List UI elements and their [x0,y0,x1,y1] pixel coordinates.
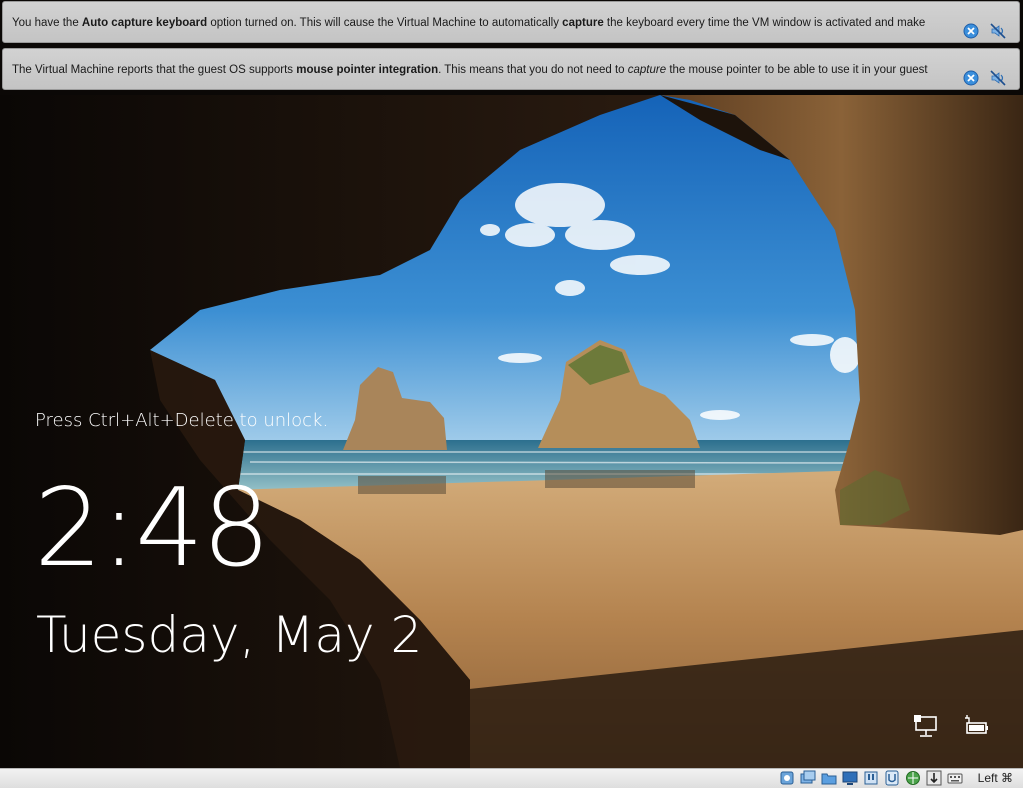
auto-capture-keyboard-notice: You have the Auto capture keyboard optio… [2,1,1020,43]
usb-icon[interactable] [863,770,879,786]
video-capture-icon[interactable] [884,770,900,786]
display-icon[interactable] [842,770,858,786]
keyboard-capture-icon[interactable] [947,770,963,786]
notice-message: You have the Auto capture keyboard optio… [12,17,926,29]
mouse-integration-icon[interactable] [926,770,942,786]
hard-disk-icon[interactable] [779,770,795,786]
close-notice-button[interactable] [963,62,979,86]
lockscreen-clock: 2:48 [34,466,271,591]
close-icon [963,23,979,39]
shared-folder-icon[interactable] [821,770,837,786]
network-icon[interactable] [905,770,921,786]
vm-display[interactable]: Press Ctrl+Alt+Delete to unlock. 2:48 Tu… [0,0,1023,768]
battery-status-icon[interactable] [963,715,989,739]
speaker-muted-icon [990,70,1006,86]
mouse-integration-notice: The Virtual Machine reports that the gue… [2,48,1020,90]
suppress-notice-button[interactable] [990,62,1006,86]
close-notice-button[interactable] [963,15,979,39]
host-key-indicator[interactable]: Left ⌘ [978,771,1013,785]
lockscreen-date: Tuesday, May 2 [36,606,423,664]
unlock-hint: Press Ctrl+Alt+Delete to unlock. [35,410,329,431]
network-status-icon[interactable] [914,715,940,739]
status-bar-icons [779,770,963,786]
close-icon [963,70,979,86]
speaker-muted-icon [990,23,1006,39]
notice-message: The Virtual Machine reports that the gue… [12,64,928,76]
suppress-notice-button[interactable] [990,15,1006,39]
vm-status-bar: Left ⌘ [0,768,1023,788]
optical-drive-icon[interactable] [800,770,816,786]
